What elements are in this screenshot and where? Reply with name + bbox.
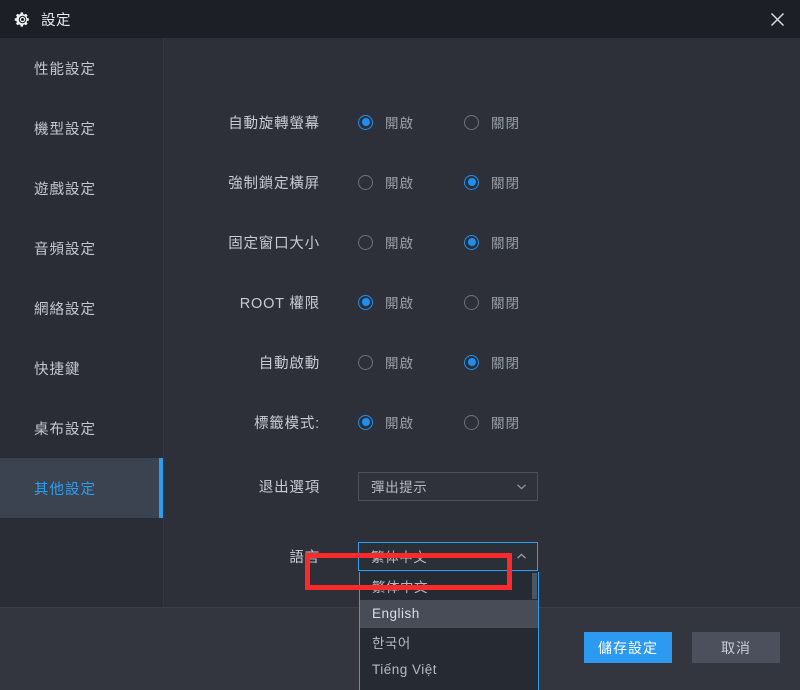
radio-on[interactable]: 開啟 <box>358 172 414 192</box>
radio-group: 開啟 關閉 <box>358 112 520 132</box>
radio-mark-on-icon <box>358 115 373 130</box>
radio-on[interactable]: 開啟 <box>358 232 414 252</box>
sidebar-item-label: 機型設定 <box>34 118 96 139</box>
radio-mark-off-icon <box>464 175 479 190</box>
exit-option-select[interactable]: 彈出提示 <box>358 472 538 501</box>
radio-on[interactable]: 開啟 <box>358 292 414 312</box>
radio-label: 開啟 <box>385 232 414 252</box>
sidebar-item-3[interactable]: 音頻設定 <box>0 218 163 278</box>
radio-off[interactable]: 關閉 <box>464 172 520 192</box>
sidebar-item-6[interactable]: 桌布設定 <box>0 398 163 458</box>
setting-row-1: 強制鎖定橫屏 開啟 關閉 <box>165 165 800 199</box>
radio-mark-on-icon <box>358 355 373 370</box>
radio-label: 關閉 <box>491 112 520 132</box>
radio-label: 開啟 <box>385 112 414 132</box>
gear-icon <box>14 11 31 28</box>
language-option-3[interactable]: Tiếng Việt <box>360 656 538 684</box>
radio-group: 開啟 關閉 <box>358 292 520 312</box>
setting-row-label: 強制鎖定橫屏 <box>165 172 320 193</box>
radio-group: 開啟 關閉 <box>358 172 520 192</box>
setting-row-0: 自動旋轉螢幕 開啟 關閉 <box>165 105 800 139</box>
language-option-2[interactable]: 한국어 <box>360 628 538 656</box>
language-scrollbar-thumb[interactable] <box>532 573 537 599</box>
close-button[interactable] <box>754 0 800 38</box>
language-label: 語言 <box>165 546 320 567</box>
setting-row-5: 標籤模式: 開啟 關閉 <box>165 405 800 439</box>
radio-group: 開啟 關閉 <box>358 232 520 252</box>
language-selected-value: 繁体中文 <box>371 546 515 566</box>
title-bar: 設定 <box>0 0 800 38</box>
setting-row-2: 固定窗口大小 開啟 關閉 <box>165 225 800 259</box>
radio-mark-off-icon <box>464 415 479 430</box>
sidebar-item-label: 網絡設定 <box>34 298 96 319</box>
radio-mark-off-icon <box>464 295 479 310</box>
language-option-1[interactable]: English <box>360 600 538 628</box>
radio-mark-on-icon <box>358 295 373 310</box>
sidebar-item-label: 性能設定 <box>34 58 96 79</box>
radio-label: 開啟 <box>385 292 414 312</box>
close-icon <box>770 12 785 27</box>
exit-option-row: 退出選項 彈出提示 <box>165 469 800 503</box>
sidebar-item-label: 快捷鍵 <box>34 358 81 379</box>
exit-option-label: 退出選項 <box>165 476 320 497</box>
language-row: 語言 繁体中文繁体中文English한국어Tiếng ViệtไทยIndones… <box>165 539 800 573</box>
radio-off[interactable]: 關閉 <box>464 292 520 312</box>
radio-off[interactable]: 關閉 <box>464 412 520 432</box>
sidebar-item-2[interactable]: 遊戲設定 <box>0 158 163 218</box>
save-button[interactable]: 儲存設定 <box>584 632 672 663</box>
radio-label: 關閉 <box>491 412 520 432</box>
radio-on[interactable]: 開啟 <box>358 112 414 132</box>
sidebar: 性能設定機型設定遊戲設定音頻設定網絡設定快捷鍵桌布設定其他設定 <box>0 38 164 690</box>
radio-mark-on-icon <box>358 175 373 190</box>
chevron-up-icon <box>515 550 528 563</box>
sidebar-item-0[interactable]: 性能設定 <box>0 38 163 98</box>
sidebar-item-4[interactable]: 網絡設定 <box>0 278 163 338</box>
setting-row-label: 自動啟動 <box>165 352 320 373</box>
window-title: 設定 <box>41 9 71 30</box>
cancel-button[interactable]: 取消 <box>692 632 780 663</box>
sidebar-item-label: 其他設定 <box>34 478 96 499</box>
language-select[interactable]: 繁体中文繁体中文English한국어Tiếng ViệtไทยIndonesia <box>358 542 538 571</box>
language-option-4[interactable]: ไทย <box>360 684 538 690</box>
radio-mark-off-icon <box>464 235 479 250</box>
settings-window: 設定 性能設定機型設定遊戲設定音頻設定網絡設定快捷鍵桌布設定其他設定 自動旋轉螢… <box>0 0 800 690</box>
radio-label: 開啟 <box>385 172 414 192</box>
sidebar-item-label: 音頻設定 <box>34 238 96 259</box>
sidebar-item-label: 桌布設定 <box>34 418 96 439</box>
radio-label: 開啟 <box>385 352 414 372</box>
chevron-down-icon <box>515 480 528 493</box>
language-dropdown: 繁体中文English한국어Tiếng ViệtไทยIndonesia <box>359 572 539 690</box>
radio-label: 關閉 <box>491 232 520 252</box>
radio-group: 開啟 關閉 <box>358 412 520 432</box>
radio-on[interactable]: 開啟 <box>358 352 414 372</box>
radio-label: 關閉 <box>491 352 520 372</box>
radio-off[interactable]: 關閉 <box>464 112 520 132</box>
setting-row-4: 自動啟動 開啟 關閉 <box>165 345 800 379</box>
radio-mark-on-icon <box>358 235 373 250</box>
setting-row-label: 自動旋轉螢幕 <box>165 112 320 133</box>
exit-option-selected-value: 彈出提示 <box>371 476 515 496</box>
radio-group: 開啟 關閉 <box>358 352 520 372</box>
language-option-0[interactable]: 繁体中文 <box>360 572 538 600</box>
radio-mark-off-icon <box>464 115 479 130</box>
radio-off[interactable]: 關閉 <box>464 352 520 372</box>
radio-off[interactable]: 關閉 <box>464 232 520 252</box>
settings-content: 自動旋轉螢幕開啟關閉強制鎖定橫屏開啟關閉固定窗口大小開啟關閉ROOT 權限開啟關… <box>165 38 800 607</box>
radio-mark-off-icon <box>464 355 479 370</box>
radio-label: 關閉 <box>491 172 520 192</box>
sidebar-item-1[interactable]: 機型設定 <box>0 98 163 158</box>
sidebar-item-5[interactable]: 快捷鍵 <box>0 338 163 398</box>
radio-mark-on-icon <box>358 415 373 430</box>
radio-label: 關閉 <box>491 292 520 312</box>
setting-row-3: ROOT 權限 開啟 關閉 <box>165 285 800 319</box>
setting-row-label: 固定窗口大小 <box>165 232 320 253</box>
radio-label: 開啟 <box>385 412 414 432</box>
sidebar-item-7[interactable]: 其他設定 <box>0 458 163 518</box>
radio-on[interactable]: 開啟 <box>358 412 414 432</box>
setting-row-label: ROOT 權限 <box>165 292 320 313</box>
setting-row-label: 標籤模式: <box>165 412 320 433</box>
sidebar-item-label: 遊戲設定 <box>34 178 96 199</box>
